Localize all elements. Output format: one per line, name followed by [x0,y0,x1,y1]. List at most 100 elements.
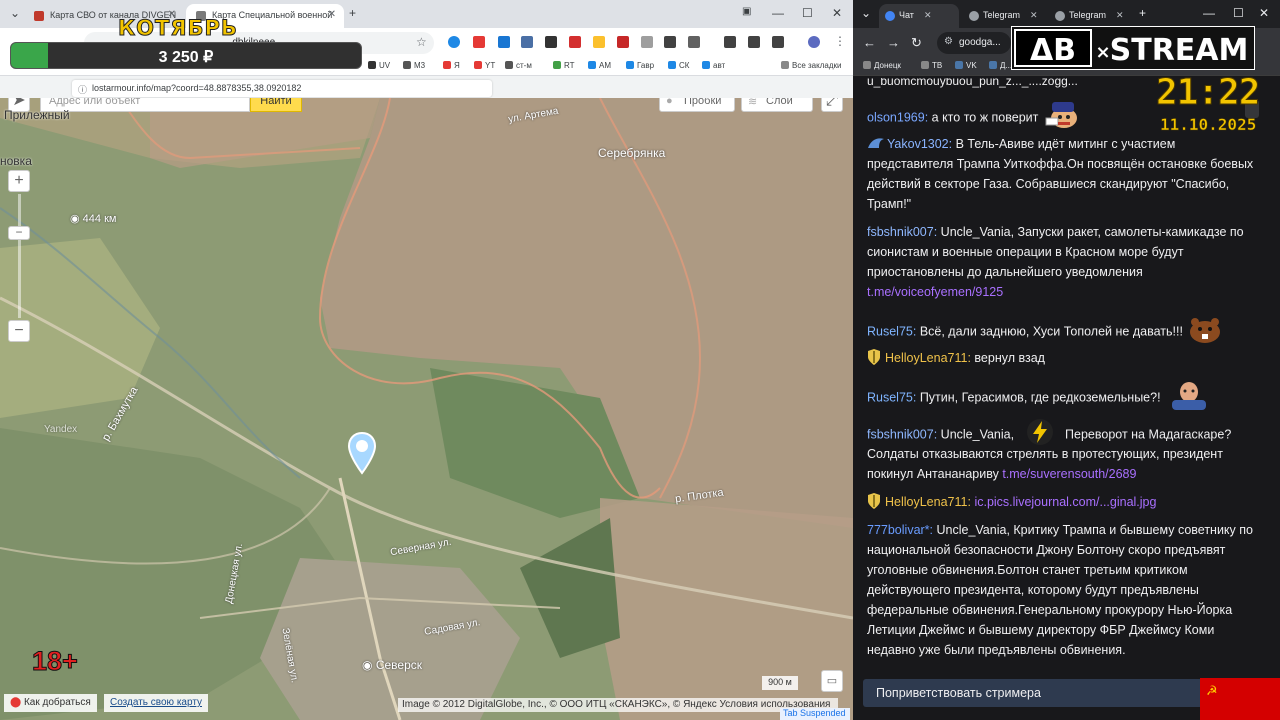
tab-chat[interactable]: Чат ✕ [879,4,959,28]
tab-telegram-1[interactable]: Telegram ✕ [963,4,1045,28]
yandex-watermark: Yandex [44,424,78,435]
new-tab-icon[interactable]: + [1139,6,1146,20]
new-tab-icon[interactable]: + [349,6,356,20]
site-info-icon[interactable]: ⓘ [78,83,87,96]
extension-icon[interactable] [521,36,533,48]
zoom-handle[interactable]: − [8,226,30,240]
close-icon[interactable]: ✕ [1116,10,1124,20]
map-search-input[interactable]: Адрес или объект [40,98,250,112]
bookmark-tv[interactable]: ТВ [921,61,942,70]
chat-username[interactable]: fsbshnik007: [867,225,937,239]
donation-progress-bar: 3 250 ₽ [10,42,362,69]
fullscreen-icon[interactable]: ⤢ [821,98,843,112]
zoom-slider[interactable] [18,194,21,318]
svg-text:ΔB: ΔB [1030,33,1076,68]
extension-icon[interactable] [641,36,653,48]
chat-username[interactable]: fsbshnik007: [867,427,937,441]
minimize-icon[interactable]: — [772,6,784,20]
extension-icon[interactable] [593,36,605,48]
close-icon[interactable]: ✕ [1030,10,1038,20]
maximize-icon[interactable]: ☐ [802,6,813,20]
chat-username[interactable]: Yakov1302: [887,137,952,151]
greet-streamer-button[interactable]: Поприветствовать стримера [863,679,1213,707]
chat-message: 777bolivar*: Uncle_Vania, Критику Трампа… [867,520,1257,660]
create-map-link[interactable]: Создать свою карту [104,694,209,712]
extension-icon[interactable] [498,36,510,48]
extension-icon[interactable] [569,36,581,48]
bookmark-st-m[interactable]: ст-м [505,61,532,70]
site-info-icon[interactable]: ⚙ [944,36,953,47]
map-label-prilezhny: Прилежный [4,108,70,122]
chat-message: Yakov1302: В Тель-Авиве идёт митинг с уч… [867,134,1257,214]
bookmark-am[interactable]: АМ [588,61,611,70]
bookmark-donetsk[interactable]: Донецк [863,61,901,70]
tab-suspended-notice[interactable]: Tab Suspended [780,708,850,720]
chat-text: Всё, дали заднюю, Хуси Тополей не давать… [916,324,1183,339]
zoom-out-button[interactable]: − [8,320,30,342]
tab-search-icon[interactable]: ⌄ [10,6,20,20]
zoom-in-button[interactable]: + [8,170,30,192]
extension-icon[interactable] [545,36,557,48]
mailman-emote-icon [1042,100,1088,136]
extension-icon[interactable] [617,36,629,48]
town-seversk: ◉ Северск [362,658,422,672]
avatar[interactable] [808,36,820,48]
right-omnibox[interactable]: ⚙ goodga... [937,32,1011,54]
map-view[interactable]: Адрес или объект Найти ➤ ● Пробки ≋ Слои ⤢… [0,98,853,720]
map-search-button[interactable]: Найти [250,98,302,112]
tab-telegram-2[interactable]: Telegram ✕ [1049,4,1135,28]
left-browser-window: ⌄ Карта СВО от канала DIVGEN ✕ Карта Спе… [0,0,853,720]
bookmark-rt[interactable]: RT [553,61,575,70]
ruler-icon[interactable]: ▭ [821,670,843,692]
extension-icon[interactable] [448,36,460,48]
maximize-icon[interactable]: ☐ [1233,6,1244,20]
bookmark-d[interactable]: Д... [989,61,1012,70]
extension-icon[interactable] [664,36,676,48]
bookmark-ya[interactable]: Я [443,61,460,70]
traffic-button[interactable]: ● Пробки [659,98,735,112]
bookmark-vk[interactable]: VK [955,61,977,70]
bookmark-sk[interactable]: СК [668,61,689,70]
link-icon[interactable] [748,36,760,48]
bookmark-star-icon[interactable]: ☆ [416,35,427,49]
address-bar[interactable]: ⓘ lostarmour.info/map?coord=48.8878355,3… [72,80,492,97]
layers-button[interactable]: ≋ Слои [741,98,813,112]
tab-search-icon[interactable]: ⌄ [861,6,871,20]
key-icon[interactable] [724,36,736,48]
chat-username[interactable]: Rusel75: [867,324,916,338]
forward-icon[interactable]: → [887,35,900,50]
chat-username[interactable]: Rusel75: [867,390,916,404]
hammer-sickle-icon: ☭ [1206,683,1218,698]
chat-link[interactable]: t.me/voiceofyemen/9125 [867,285,1003,299]
chat-text: а кто то ж поверит [928,110,1039,125]
chat-link[interactable]: ic.pics.livejournal.com/...ginal.jpg [974,495,1156,509]
back-icon[interactable]: ← [863,35,876,50]
bookmark-uv[interactable]: UV [368,61,390,70]
chat-link[interactable]: t.me/suverensouth/2689 [1002,467,1136,481]
extension-icon[interactable] [473,36,485,48]
bookmark-avt[interactable]: авт [702,61,725,70]
bookmark-m3[interactable]: M3 [403,61,425,70]
window-close-icon[interactable]: ✕ [832,6,842,20]
red-flag-image: ☭ [1200,678,1280,720]
close-icon[interactable]: ✕ [924,10,932,20]
menu-kebab-icon[interactable]: ⋮ [834,34,846,48]
tab-overview-icon[interactable]: ▣ [742,6,751,17]
close-icon[interactable]: ✕ [328,9,336,20]
window-close-icon[interactable]: ✕ [1259,6,1269,20]
bookmark-gavr[interactable]: Гавр [626,61,654,70]
chat-username[interactable]: olson1969: [867,110,928,124]
chat-username[interactable]: 777bolivar*: [867,523,933,537]
bookmark-yt[interactable]: YT [474,61,495,70]
all-bookmarks[interactable]: Все закладки [781,61,841,70]
chat-username[interactable]: HelloyLena711: [885,495,971,509]
translate-icon[interactable] [772,36,784,48]
reload-icon[interactable]: ↻ [911,35,922,51]
chat-text: Uncle_Vania, [937,427,1018,442]
route-link[interactable]: ⬤ Как добраться [4,694,97,712]
puzzle-icon[interactable] [688,36,700,48]
minimize-icon[interactable]: — [1203,6,1215,20]
chat-username[interactable]: HelloyLena711: [885,351,971,365]
settings-gear-icon[interactable]: ⚙ [762,98,775,99]
location-pin-icon[interactable] [346,431,378,475]
